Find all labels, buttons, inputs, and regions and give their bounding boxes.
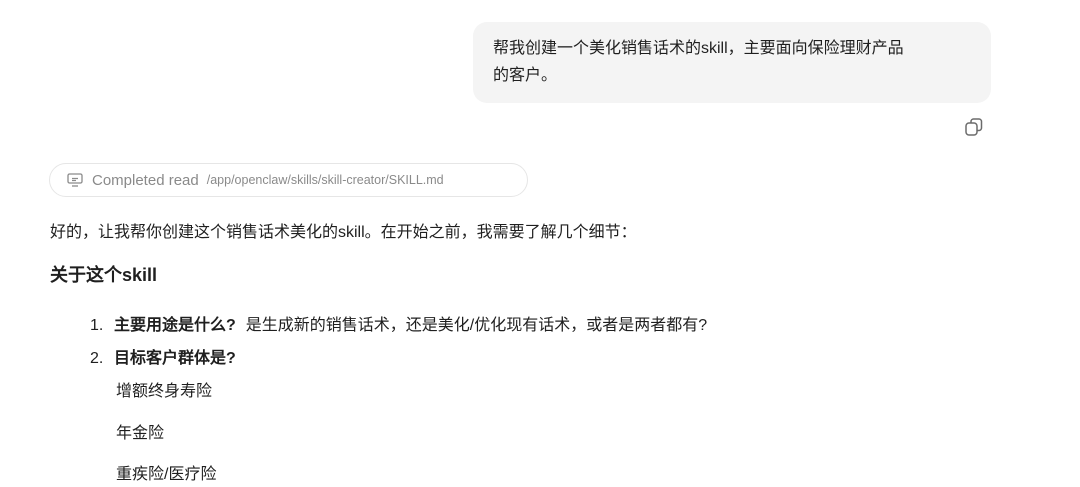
tool-call-path: /app/openclaw/skills/skill-creator/SKILL… [206,173,444,187]
user-message-line-1: 帮我创建一个美化销售话术的skill，主要面向保险理财产品 [493,40,904,57]
section-heading: 关于这个skill [50,265,158,285]
question-number: 2. [90,350,104,367]
question-text: 是生成新的销售话术，还是美化/优化现有话术，或者是两者都有? [245,317,708,334]
user-message-line-2: 的客户。 [493,67,558,84]
tool-call-chip[interactable]: Completed read /app/openclaw/skills/skil… [49,163,528,197]
monitor-icon [67,173,83,187]
user-message-bubble: 帮我创建一个美化销售话术的skill，主要面向保险理财产品 的客户。 [473,22,991,103]
copy-icon [965,118,983,136]
customer-group-item: 年金险 [116,425,165,442]
question-item-2: 2. 目标客户群体是? [90,347,246,371]
customer-group-item: 重疾险/医疗险 [116,466,217,483]
question-number: 1. [90,317,104,334]
assistant-intro: 好的，让我帮你创建这个销售话术美化的skill。在开始之前，我需要了解几个细节： [50,224,637,241]
customer-group-item: 增额终身寿险 [116,383,213,400]
question-item-1: 1. 主要用途是什么? 是生成新的销售话术，还是美化/优化现有话术，或者是两者都有? [90,314,707,338]
question-title: 主要用途是什么? [114,317,236,334]
copy-button[interactable] [962,115,986,139]
tool-call-status: Completed read [92,171,199,189]
question-title: 目标客户群体是? [114,350,236,367]
